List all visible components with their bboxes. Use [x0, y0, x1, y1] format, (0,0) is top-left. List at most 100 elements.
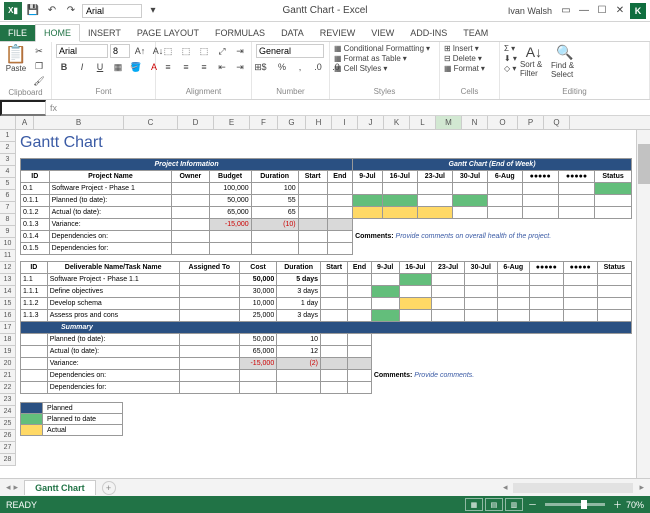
- col-header-E[interactable]: E: [214, 116, 250, 129]
- underline-icon[interactable]: U: [92, 60, 108, 74]
- col-header-Q[interactable]: Q: [544, 116, 570, 129]
- name-box[interactable]: [0, 100, 46, 116]
- cell[interactable]: [179, 334, 239, 346]
- align-bottom-icon[interactable]: ⬚: [196, 44, 212, 58]
- cell[interactable]: [172, 195, 209, 207]
- row-header[interactable]: 7: [0, 202, 15, 214]
- col-header-P[interactable]: P: [518, 116, 544, 129]
- formula-input[interactable]: [61, 102, 650, 114]
- bold-icon[interactable]: B: [56, 60, 72, 74]
- maximize-icon[interactable]: ☐: [594, 3, 610, 19]
- view-normal-icon[interactable]: ▦: [465, 498, 483, 511]
- increase-font-icon[interactable]: A↑: [132, 44, 148, 58]
- row-header[interactable]: 28: [0, 454, 15, 466]
- tab-page-layout[interactable]: PAGE LAYOUT: [129, 25, 207, 41]
- col-header-G[interactable]: G: [278, 116, 306, 129]
- format-as-table-button[interactable]: ▦ Format as Table ▾: [334, 54, 430, 63]
- undo-icon[interactable]: ↶: [44, 3, 60, 19]
- wrap-text-icon[interactable]: ⇥: [232, 44, 248, 58]
- tab-nav-next-icon[interactable]: ▸: [14, 482, 19, 493]
- col-header-O[interactable]: O: [488, 116, 518, 129]
- cell[interactable]: [298, 183, 327, 195]
- cell[interactable]: 0.1.2: [21, 207, 50, 219]
- cell[interactable]: -15,000: [239, 358, 276, 370]
- cell[interactable]: -15,000: [209, 219, 251, 231]
- cell[interactable]: [179, 310, 239, 322]
- row-header[interactable]: 15: [0, 298, 15, 310]
- col-header-C[interactable]: C: [124, 116, 178, 129]
- cell[interactable]: 10,000: [239, 298, 276, 310]
- cell[interactable]: [348, 346, 372, 358]
- row-header[interactable]: 1: [0, 130, 15, 142]
- cell[interactable]: [21, 334, 48, 346]
- ribbon-options-icon[interactable]: ▭: [558, 3, 574, 19]
- fill-icon[interactable]: ⬇ ▾: [504, 54, 517, 63]
- row-header[interactable]: 13: [0, 274, 15, 286]
- col-header-N[interactable]: N: [462, 116, 488, 129]
- cell[interactable]: [321, 274, 348, 286]
- row-header[interactable]: 6: [0, 190, 15, 202]
- cell[interactable]: [298, 231, 327, 243]
- comma-icon[interactable]: ,: [292, 60, 308, 74]
- cell[interactable]: [251, 231, 298, 243]
- fill-color-icon[interactable]: 🪣: [128, 60, 144, 74]
- horizontal-scrollbar[interactable]: [513, 483, 633, 493]
- tab-data[interactable]: DATA: [273, 25, 312, 41]
- cell[interactable]: Actual (to date):: [47, 346, 179, 358]
- zoom-level[interactable]: 70%: [626, 500, 644, 510]
- cell[interactable]: [298, 243, 327, 255]
- cell[interactable]: (10): [251, 219, 298, 231]
- zoom-in-icon[interactable]: ＋: [613, 498, 622, 511]
- row-header[interactable]: 21: [0, 370, 15, 382]
- cell[interactable]: [172, 231, 209, 243]
- cell[interactable]: 100,000: [209, 183, 251, 195]
- cell[interactable]: [327, 243, 352, 255]
- cell[interactable]: Actual (to date):: [49, 207, 172, 219]
- tab-file[interactable]: FILE: [0, 25, 35, 41]
- cell[interactable]: [251, 243, 298, 255]
- cell[interactable]: 50,000: [239, 274, 276, 286]
- cell[interactable]: [209, 243, 251, 255]
- cell[interactable]: 1 day: [277, 298, 321, 310]
- cell[interactable]: 65,000: [209, 207, 251, 219]
- cell[interactable]: [172, 207, 209, 219]
- cell[interactable]: 3 days: [277, 310, 321, 322]
- cell[interactable]: [172, 183, 209, 195]
- cell[interactable]: [277, 382, 321, 394]
- align-top-icon[interactable]: ⬚: [160, 44, 176, 58]
- col-header-H[interactable]: H: [306, 116, 332, 129]
- cell[interactable]: [321, 298, 348, 310]
- cell[interactable]: [327, 231, 352, 243]
- qat-font-combo[interactable]: [82, 4, 142, 18]
- cell[interactable]: [277, 370, 321, 382]
- cell[interactable]: [179, 286, 239, 298]
- cell[interactable]: 30,000: [239, 286, 276, 298]
- save-icon[interactable]: 💾: [25, 3, 41, 19]
- cell[interactable]: [298, 207, 327, 219]
- cell[interactable]: 50,000: [239, 334, 276, 346]
- row-header[interactable]: 25: [0, 418, 15, 430]
- cell[interactable]: 3 days: [277, 286, 321, 298]
- h-scroll-right-icon[interactable]: ▸: [633, 482, 650, 493]
- row-header[interactable]: 10: [0, 238, 15, 250]
- row-header[interactable]: 5: [0, 178, 15, 190]
- cell[interactable]: [327, 219, 352, 231]
- row-header[interactable]: 17: [0, 322, 15, 334]
- cell[interactable]: [321, 310, 348, 322]
- cell[interactable]: 0.1: [21, 183, 50, 195]
- cell[interactable]: Dependencies on:: [47, 370, 179, 382]
- cell[interactable]: [179, 382, 239, 394]
- cell[interactable]: 0.1.4: [21, 231, 50, 243]
- cell[interactable]: [21, 358, 48, 370]
- worksheet[interactable]: 1234567891011121314151617181920212223242…: [0, 130, 650, 478]
- cell[interactable]: Dependencies on:: [49, 231, 172, 243]
- italic-icon[interactable]: I: [74, 60, 90, 74]
- col-header-F[interactable]: F: [250, 116, 278, 129]
- fx-icon[interactable]: fx: [46, 103, 61, 113]
- tab-review[interactable]: REVIEW: [312, 25, 364, 41]
- cell[interactable]: Software Project - Phase 1.1: [47, 274, 179, 286]
- cell[interactable]: (2): [277, 358, 321, 370]
- cell[interactable]: 25,000: [239, 310, 276, 322]
- zoom-slider[interactable]: [545, 503, 605, 506]
- col-header-L[interactable]: L: [410, 116, 436, 129]
